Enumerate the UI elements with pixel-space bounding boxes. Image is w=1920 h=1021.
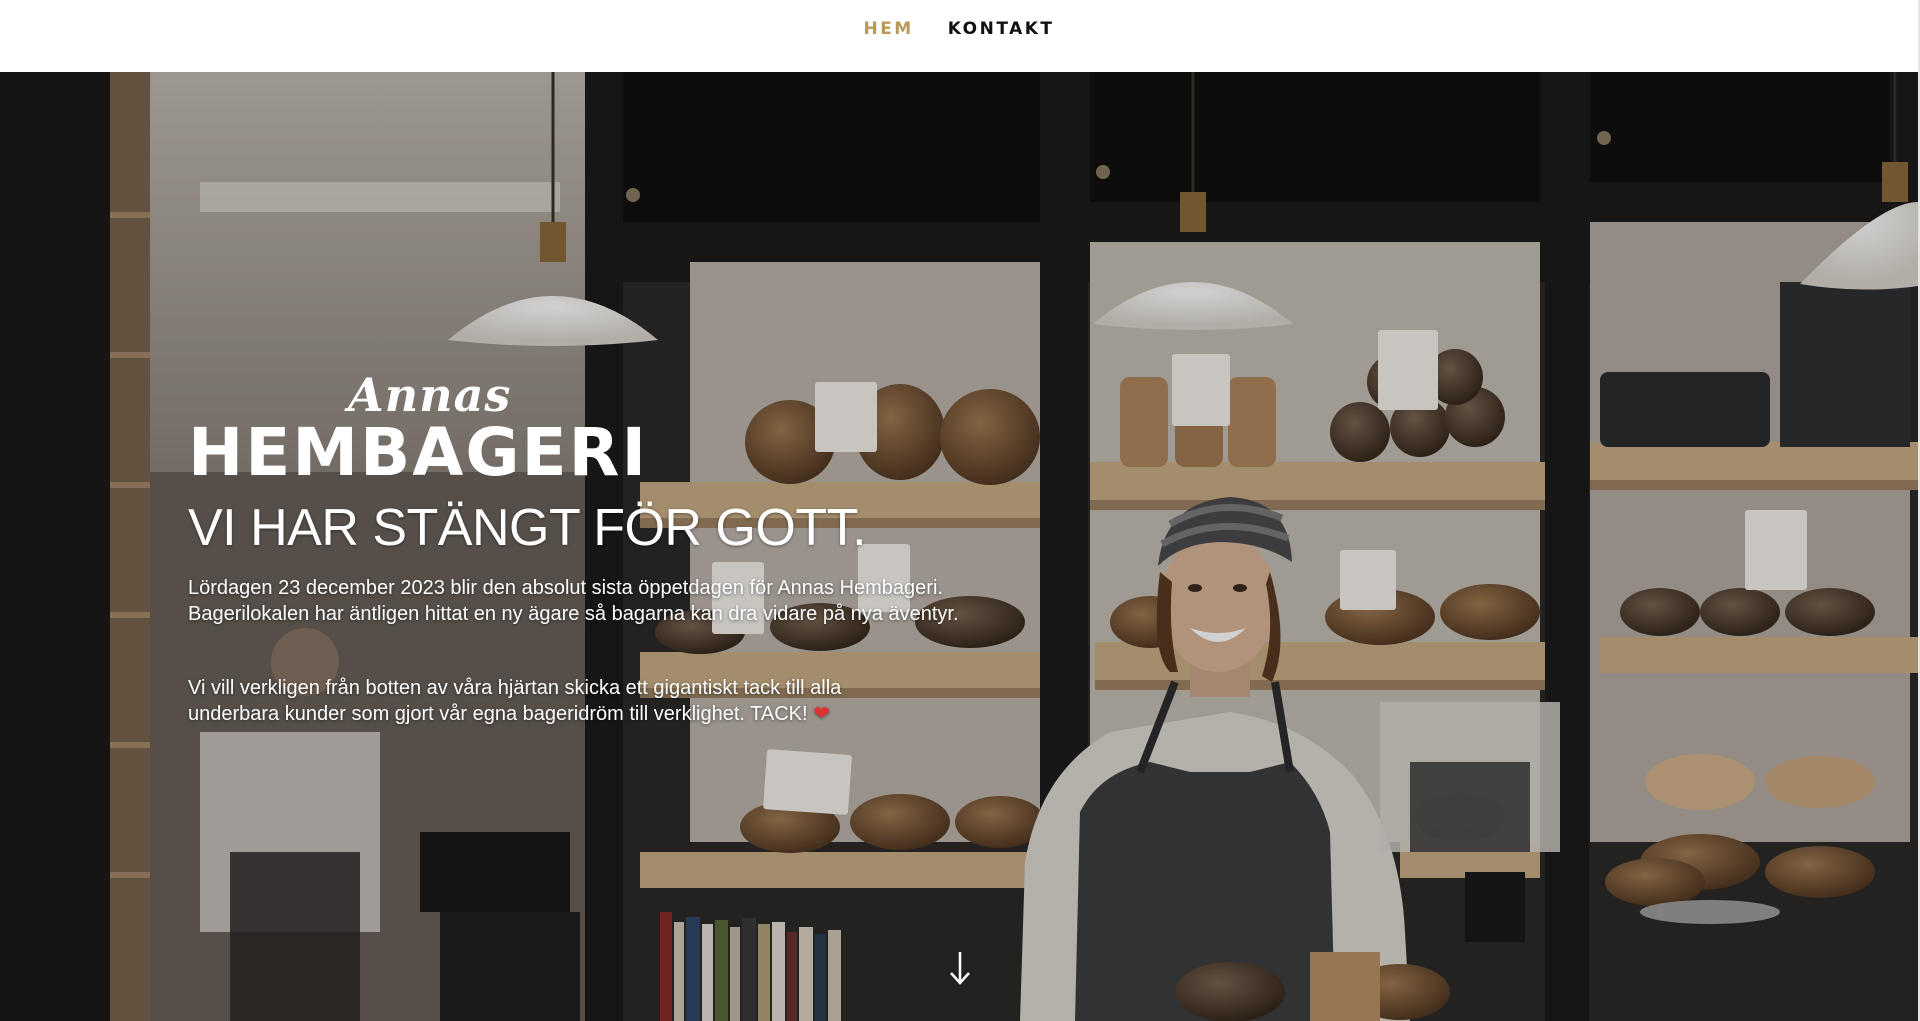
logo-main-text: HEMBAGERI: [188, 414, 649, 491]
closing-announcement-text: Lördagen 23 december 2023 blir den absol…: [188, 577, 959, 626]
hero-headline: VI HAR STÄNGT FÖR GOTT.: [188, 499, 867, 557]
nav-link-hem[interactable]: HEM: [863, 19, 913, 39]
top-nav: HEM KONTAKT: [0, 0, 1918, 72]
page: HEM KONTAKT Annas HEMBAGERI VI HAR STÄNG…: [0, 0, 1920, 1021]
hero-section: Annas HEMBAGERI VI HAR STÄNGT FÖR GOTT. …: [0, 72, 1918, 1021]
thank-you-message: Vi vill verkligen från botten av våra hj…: [188, 677, 842, 726]
logo-script-text: Annas: [348, 368, 512, 422]
arrow-down-icon[interactable]: [945, 948, 975, 988]
heart-icon: ❤: [813, 703, 830, 726]
thank-you-text: Vi vill verkligen från botten av våra hj…: [188, 675, 1088, 727]
hero-content: Annas HEMBAGERI VI HAR STÄNGT FÖR GOTT. …: [188, 372, 1088, 727]
nav-link-kontakt[interactable]: KONTAKT: [948, 19, 1055, 39]
